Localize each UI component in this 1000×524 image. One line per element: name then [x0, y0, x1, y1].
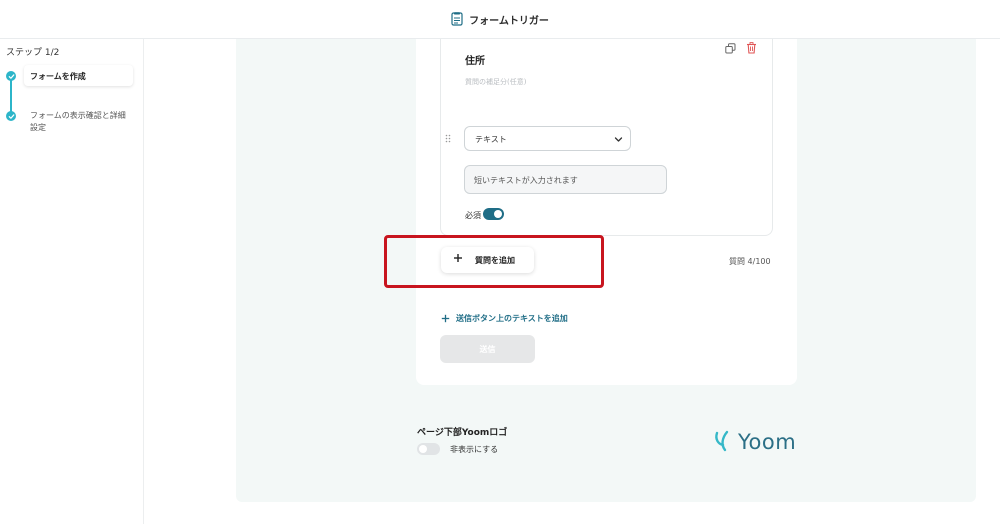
hide-logo-toggle-knob	[419, 445, 427, 453]
submit-button[interactable]: 送信	[440, 335, 535, 363]
submit-button-label: 送信	[479, 345, 496, 354]
check-icon	[8, 113, 14, 119]
yoom-logo-icon	[715, 430, 729, 452]
answer-placeholder: 短いテキストが入力されます	[474, 176, 578, 185]
required-label: 必須	[465, 211, 481, 220]
drag-handle-icon[interactable]	[445, 134, 451, 143]
plus-icon	[441, 314, 450, 323]
step-count: ステップ 1/2	[6, 48, 60, 58]
page-title: フォームトリガー	[469, 15, 549, 27]
yoom-brand-text: Yoom	[738, 430, 797, 454]
chevron-down-icon	[614, 137, 623, 142]
highlight-annotation	[384, 235, 604, 288]
add-submit-text-link[interactable]: 送信ボタン上のテキストを追加	[441, 313, 568, 324]
form-icon	[451, 12, 463, 26]
step-connector	[10, 76, 12, 114]
step-2-item[interactable]: フォームの表示確認と詳細設定	[30, 110, 130, 134]
step-2-status	[6, 111, 16, 121]
header-title-group: フォームトリガー	[451, 12, 549, 27]
step-sidebar: ステップ 1/2 フォームを作成 フォームの表示確認と詳細設定	[0, 39, 144, 524]
add-submit-text-label: 送信ボタン上のテキストを追加	[456, 314, 568, 323]
hide-logo-toggle[interactable]	[417, 443, 440, 455]
question-count: 質問 4/100	[729, 257, 771, 266]
required-toggle-knob	[494, 210, 502, 218]
question-type-value: テキスト	[475, 135, 507, 144]
step-1-item[interactable]: フォームを作成	[24, 65, 133, 86]
trash-icon[interactable]	[746, 42, 757, 54]
question-type-select[interactable]: テキスト	[464, 126, 631, 151]
question-description-input[interactable]: 質問の補足分(任意)	[465, 77, 526, 87]
answer-preview-input[interactable]: 短いテキストが入力されます	[464, 165, 667, 194]
step-1-status	[6, 71, 16, 81]
logo-setting-title: ページ下部Yoomロゴ	[417, 428, 508, 438]
yoom-logo: Yoom	[714, 430, 796, 454]
copy-icon[interactable]	[725, 43, 736, 54]
question-title[interactable]: 住所	[465, 52, 485, 67]
check-icon	[8, 73, 14, 79]
hide-logo-label: 非表示にする	[450, 445, 499, 454]
required-toggle[interactable]	[483, 208, 504, 220]
header-bar: フォームトリガー	[0, 0, 1000, 39]
